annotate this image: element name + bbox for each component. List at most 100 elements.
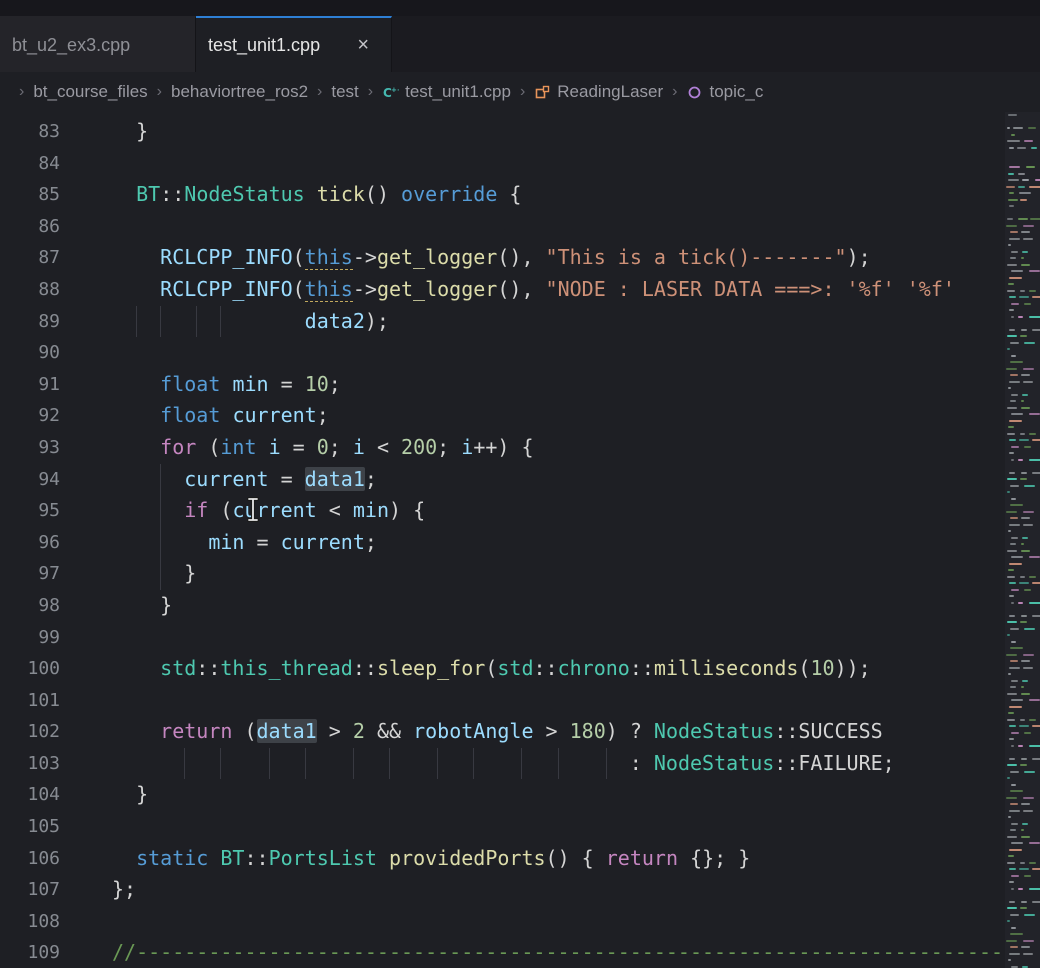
minimap-line bbox=[1008, 114, 1018, 116]
editor-line-86: 86 bbox=[0, 211, 1005, 243]
line-code[interactable] bbox=[112, 211, 1005, 243]
line-code[interactable] bbox=[112, 148, 1005, 180]
breadcrumb-item-test_unit1.cpp[interactable]: C ++ test_unit1.cpp bbox=[382, 82, 511, 102]
minimap-line bbox=[1010, 374, 1018, 376]
line-code[interactable]: } bbox=[112, 590, 1005, 622]
minimap-line bbox=[1032, 296, 1040, 298]
line-code[interactable]: std::this_thread::sleep_for(std::chrono:… bbox=[112, 653, 1005, 685]
line-code[interactable] bbox=[112, 906, 1005, 938]
line-code[interactable]: data2); bbox=[112, 306, 1005, 338]
editor-code-area[interactable]: 83 }8485 BT::NodeStatus tick() override … bbox=[0, 112, 1005, 968]
line-code[interactable]: } bbox=[112, 116, 1005, 148]
minimap-line bbox=[1011, 270, 1024, 272]
minimap-line bbox=[1022, 251, 1029, 253]
line-number: 85 bbox=[0, 179, 60, 211]
minimap-line bbox=[1020, 433, 1025, 435]
tab-bt_u2_ex3.cpp[interactable]: bt_u2_ex3.cpp bbox=[0, 16, 196, 72]
minimap-line bbox=[1010, 647, 1023, 649]
editor-line-92: 92 float current; bbox=[0, 400, 1005, 432]
line-code[interactable]: static BT::PortsList providedPorts() { r… bbox=[112, 843, 1005, 875]
minimap-line bbox=[1021, 517, 1031, 519]
minimap-line bbox=[1022, 680, 1029, 682]
line-code[interactable]: : NodeStatus::FAILURE; bbox=[112, 748, 1005, 780]
minimap-line bbox=[1023, 940, 1034, 942]
gutter-space bbox=[60, 937, 112, 968]
minimap[interactable] bbox=[1005, 112, 1040, 968]
minimap-line bbox=[1011, 680, 1018, 682]
minimap-line bbox=[1011, 394, 1018, 396]
minimap-line bbox=[1021, 407, 1030, 409]
gutter-space bbox=[60, 906, 112, 938]
editor-line-94: 94 current = data1; bbox=[0, 464, 1005, 496]
minimap-line bbox=[1011, 413, 1024, 415]
line-code[interactable]: current = data1; bbox=[112, 464, 1005, 496]
minimap-line bbox=[1021, 803, 1031, 805]
minimap-line bbox=[1008, 673, 1011, 675]
line-code[interactable] bbox=[112, 622, 1005, 654]
minimap-line bbox=[1022, 823, 1029, 825]
symbol-icon bbox=[686, 84, 703, 101]
minimap-line bbox=[1011, 641, 1016, 643]
minimap-line bbox=[1021, 400, 1025, 402]
minimap-line bbox=[1008, 199, 1018, 201]
line-code[interactable]: min = current; bbox=[112, 527, 1005, 559]
minimap-line bbox=[1032, 472, 1040, 474]
breadcrumb-item-behaviortree_ros2[interactable]: behaviortree_ros2 bbox=[171, 82, 308, 102]
line-code[interactable]: if (current < min) { bbox=[112, 495, 1005, 527]
line-code[interactable] bbox=[112, 685, 1005, 717]
line-code[interactable]: BT::NodeStatus tick() override { bbox=[112, 179, 1005, 211]
minimap-line bbox=[1007, 693, 1016, 695]
indent-guide bbox=[437, 748, 438, 780]
line-code[interactable]: } bbox=[112, 558, 1005, 590]
minimap-line bbox=[1021, 472, 1027, 474]
minimap-line bbox=[1008, 855, 1014, 857]
gutter-space bbox=[60, 716, 112, 748]
minimap-line bbox=[1010, 257, 1015, 259]
tab-test_unit1.cpp[interactable]: test_unit1.cpp× bbox=[196, 16, 392, 72]
indent-guide bbox=[184, 748, 185, 780]
minimap-line bbox=[1010, 660, 1018, 662]
line-code[interactable]: //--------------------------------------… bbox=[112, 937, 1005, 968]
minimap-line bbox=[1010, 790, 1023, 792]
minimap-line bbox=[1010, 803, 1018, 805]
minimap-line bbox=[1018, 888, 1023, 890]
line-code[interactable]: } bbox=[112, 779, 1005, 811]
line-number: 88 bbox=[0, 274, 60, 306]
minimap-line bbox=[1020, 764, 1027, 766]
minimap-line bbox=[1010, 771, 1019, 773]
minimap-line bbox=[1006, 940, 1017, 942]
breadcrumb-item-test[interactable]: test bbox=[331, 82, 358, 102]
close-icon[interactable]: × bbox=[353, 33, 373, 57]
breadcrumb-item-ReadingLaser[interactable]: ReadingLaser bbox=[534, 82, 663, 102]
minimap-line bbox=[1017, 147, 1025, 149]
line-code[interactable]: return (data1 > 2 && robotAngle > 180) ?… bbox=[112, 716, 1005, 748]
line-code[interactable]: }; bbox=[112, 874, 1005, 906]
line-code[interactable]: float current; bbox=[112, 400, 1005, 432]
gutter-space bbox=[60, 306, 112, 338]
minimap-line bbox=[1009, 420, 1022, 422]
editor-line-106: 106 static BT::PortsList providedPorts()… bbox=[0, 843, 1005, 875]
tab-bar: bt_u2_ex3.cpp test_unit1.cpp× bbox=[0, 16, 1040, 72]
line-code[interactable]: for (int i = 0; i < 200; i++) { bbox=[112, 432, 1005, 464]
breadcrumb-item-bt_course_files[interactable]: bt_course_files bbox=[33, 82, 147, 102]
chevron-right-icon: › bbox=[157, 83, 162, 101]
indent-guide bbox=[473, 748, 474, 780]
minimap-line bbox=[1008, 244, 1011, 246]
line-code[interactable]: RCLCPP_INFO(this->get_logger(), "NODE : … bbox=[112, 274, 1005, 306]
minimap-line bbox=[1008, 816, 1011, 818]
indent-guide bbox=[196, 306, 197, 338]
editor-line-88: 88 RCLCPP_INFO(this->get_logger(), "NODE… bbox=[0, 274, 1005, 306]
minimap-line bbox=[1018, 459, 1023, 461]
line-code[interactable]: float min = 10; bbox=[112, 369, 1005, 401]
line-code[interactable] bbox=[112, 337, 1005, 369]
line-code[interactable]: RCLCPP_INFO(this->get_logger(), "This is… bbox=[112, 242, 1005, 274]
line-code[interactable] bbox=[112, 811, 1005, 843]
indent-guide bbox=[220, 748, 221, 780]
minimap-line bbox=[1023, 953, 1033, 955]
minimap-line bbox=[1010, 342, 1019, 344]
breadcrumb-item-topic_c[interactable]: topic_c bbox=[686, 82, 763, 102]
line-number: 106 bbox=[0, 843, 60, 875]
gutter-space bbox=[60, 527, 112, 559]
minimap-line bbox=[1011, 556, 1024, 558]
tab-label: bt_u2_ex3.cpp bbox=[12, 35, 130, 56]
